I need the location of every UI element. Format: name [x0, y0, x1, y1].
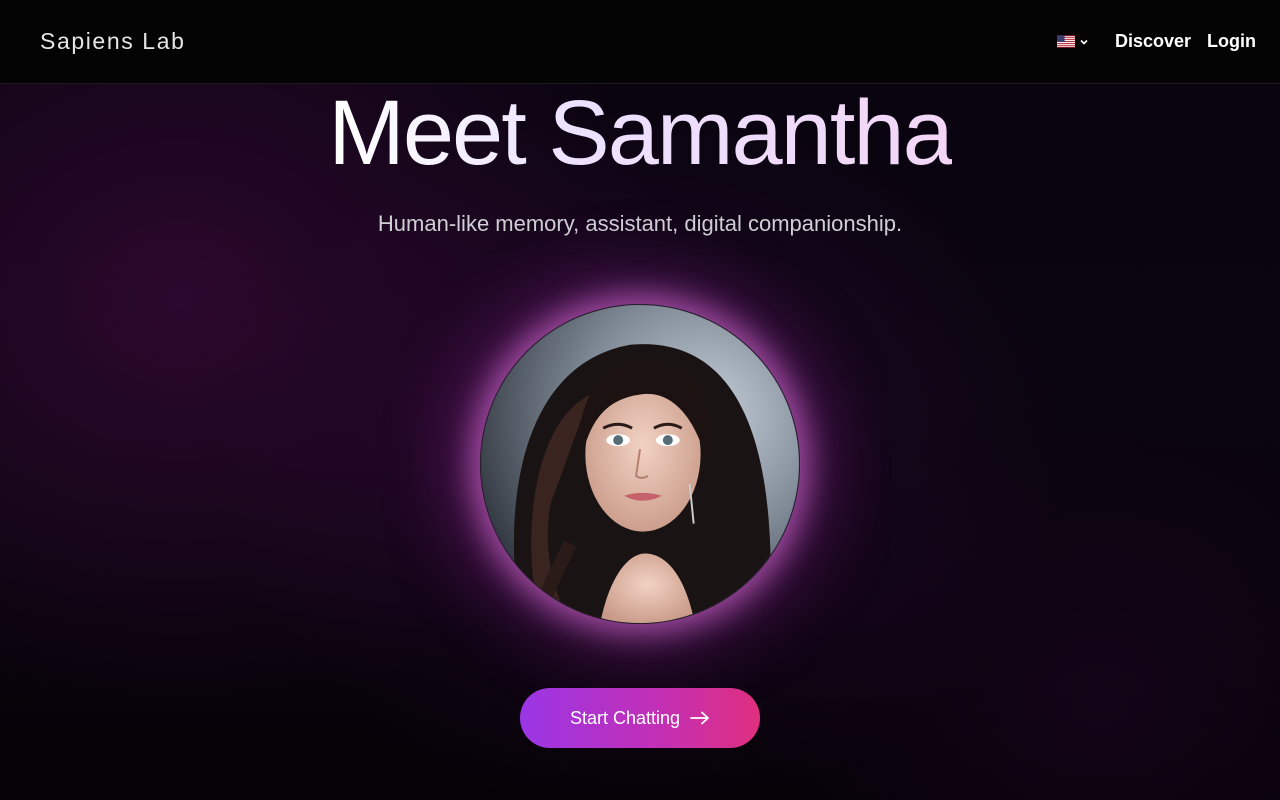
avatar-glow — [480, 304, 800, 624]
hero-subtitle: Human-like memory, assistant, digital co… — [377, 211, 903, 236]
discover-link[interactable]: Discover — [1115, 31, 1191, 52]
top-navbar: Sapiens Lab Discover Login — [0, 0, 1280, 84]
hero-section: Meet Samantha Human-like memory, assista… — [0, 0, 1280, 800]
samantha-avatar[interactable] — [480, 304, 800, 624]
hero-title: Meet Samantha — [0, 78, 1280, 188]
us-flag-icon — [1056, 35, 1075, 48]
start-chatting-button[interactable]: Start Chatting — [520, 688, 760, 748]
chevron-down-icon — [1080, 39, 1088, 45]
hero-title-text: Meet Samantha — [328, 82, 953, 184]
brand-logo[interactable]: Sapiens Lab — [40, 28, 185, 55]
language-selector[interactable] — [1056, 35, 1089, 48]
login-link[interactable]: Login — [1207, 31, 1256, 52]
arrow-right-icon — [690, 711, 709, 725]
start-chatting-label: Start Chatting — [569, 707, 681, 728]
main-nav: Discover Login — [1056, 31, 1256, 52]
